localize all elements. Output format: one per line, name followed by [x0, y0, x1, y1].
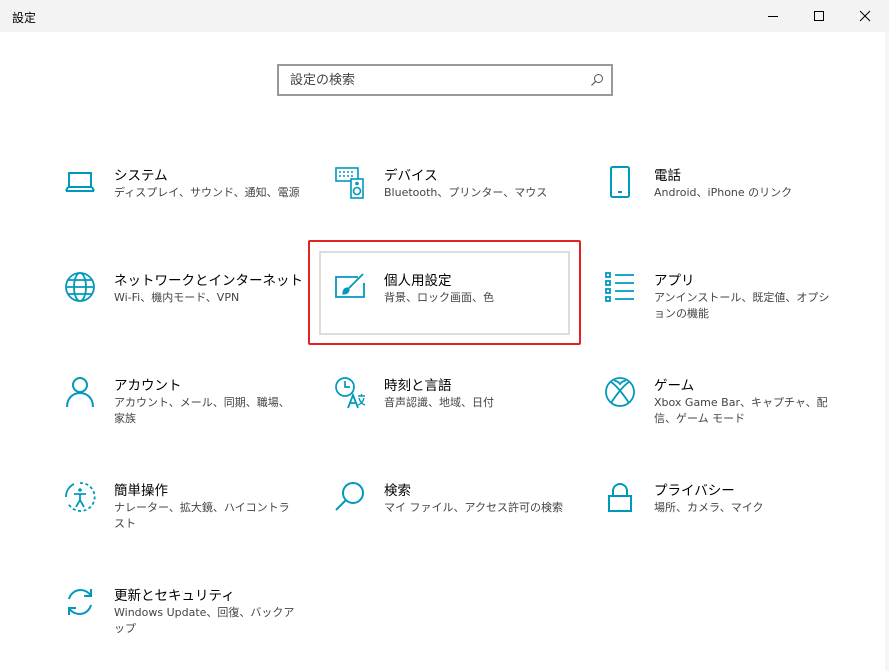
keyboard-speaker-icon — [334, 166, 366, 200]
tile-title: ゲーム — [654, 378, 695, 394]
tile-time-language[interactable]: 時刻と言語 音声認識、地域、日付 — [326, 370, 576, 450]
tile-title: 更新とセキュリティ — [114, 588, 235, 604]
tile-description: Android、iPhone のリンク — [654, 186, 793, 199]
tile-description: Xbox Game Bar、キャプチャ、配信、ゲーム モード — [654, 396, 828, 425]
tile-personalization[interactable]: 個人用設定 背景、ロック画面、色 — [326, 265, 576, 345]
tile-description: Bluetooth、プリンター、マウス — [384, 186, 548, 199]
search-magnifier-icon — [334, 481, 366, 515]
search-icon[interactable] — [590, 73, 604, 87]
tile-title: デバイス — [384, 168, 438, 184]
phone-icon — [604, 166, 636, 200]
tile-description: 場所、カメラ、マイク — [654, 501, 764, 514]
minimize-button[interactable] — [750, 0, 796, 32]
tile-gaming[interactable]: ゲーム Xbox Game Bar、キャプチャ、配信、ゲーム モード — [596, 370, 846, 450]
maximize-icon — [814, 11, 824, 21]
tile-title: 簡単操作 — [114, 483, 168, 499]
person-icon — [64, 376, 96, 410]
tile-privacy[interactable]: プライバシー 場所、カメラ、マイク — [596, 475, 846, 555]
settings-search-box[interactable] — [277, 64, 613, 96]
scrollbar[interactable] — [885, 32, 889, 671]
tile-search[interactable]: 検索 マイ ファイル、アクセス許可の検索 — [326, 475, 576, 555]
tile-description: Wi-Fi、機内モード、VPN — [114, 291, 240, 304]
window-title: 設定 — [12, 11, 37, 25]
globe-icon — [64, 271, 96, 305]
title-bar: 設定 — [0, 0, 889, 32]
lock-icon — [604, 481, 636, 515]
tile-phone[interactable]: 電話 Android、iPhone のリンク — [596, 160, 846, 240]
close-icon — [859, 10, 871, 22]
tile-devices[interactable]: デバイス Bluetooth、プリンター、マウス — [326, 160, 576, 240]
tile-title: ネットワークとインターネット — [114, 273, 303, 289]
tile-title: プライバシー — [654, 483, 735, 499]
tile-description: 背景、ロック画面、色 — [384, 291, 494, 304]
close-button[interactable] — [842, 0, 888, 32]
tile-title: アカウント — [114, 378, 182, 394]
time-language-icon — [334, 376, 366, 410]
tile-title: 検索 — [384, 483, 411, 499]
tile-title: 個人用設定 — [384, 273, 452, 289]
ease-of-access-icon — [64, 481, 96, 515]
tile-title: アプリ — [654, 273, 695, 289]
minimize-icon — [768, 16, 778, 17]
tile-title: 時刻と言語 — [384, 378, 452, 394]
tile-description: アンインストール、既定値、オプションの機能 — [654, 291, 830, 320]
paint-brush-icon — [334, 271, 366, 305]
maximize-button[interactable] — [796, 0, 842, 32]
sync-arrows-icon — [64, 586, 96, 620]
xbox-icon — [604, 376, 636, 410]
tile-system[interactable]: システム ディスプレイ、サウンド、通知、電源 — [56, 160, 306, 240]
tile-title: システム — [114, 168, 168, 184]
tile-network[interactable]: ネットワークとインターネット Wi-Fi、機内モード、VPN — [56, 265, 306, 345]
tile-description: アカウント、メール、同期、職場、家族 — [114, 396, 290, 425]
tile-ease-of-access[interactable]: 簡単操作 ナレーター、拡大鏡、ハイコントラスト — [56, 475, 306, 555]
app-list-icon — [604, 271, 636, 305]
tile-description: Windows Update、回復、バックアップ — [114, 606, 295, 635]
tile-accounts[interactable]: アカウント アカウント、メール、同期、職場、家族 — [56, 370, 306, 450]
tile-description: 音声認識、地域、日付 — [384, 396, 494, 409]
tile-update-security[interactable]: 更新とセキュリティ Windows Update、回復、バックアップ — [56, 580, 306, 660]
tile-description: マイ ファイル、アクセス許可の検索 — [384, 501, 563, 514]
tile-title: 電話 — [654, 168, 681, 184]
tile-description: ナレーター、拡大鏡、ハイコントラスト — [114, 501, 290, 530]
laptop-icon — [64, 166, 96, 200]
settings-search-input[interactable] — [279, 66, 579, 94]
tile-apps[interactable]: アプリ アンインストール、既定値、オプションの機能 — [596, 265, 846, 345]
tile-description: ディスプレイ、サウンド、通知、電源 — [114, 186, 300, 199]
